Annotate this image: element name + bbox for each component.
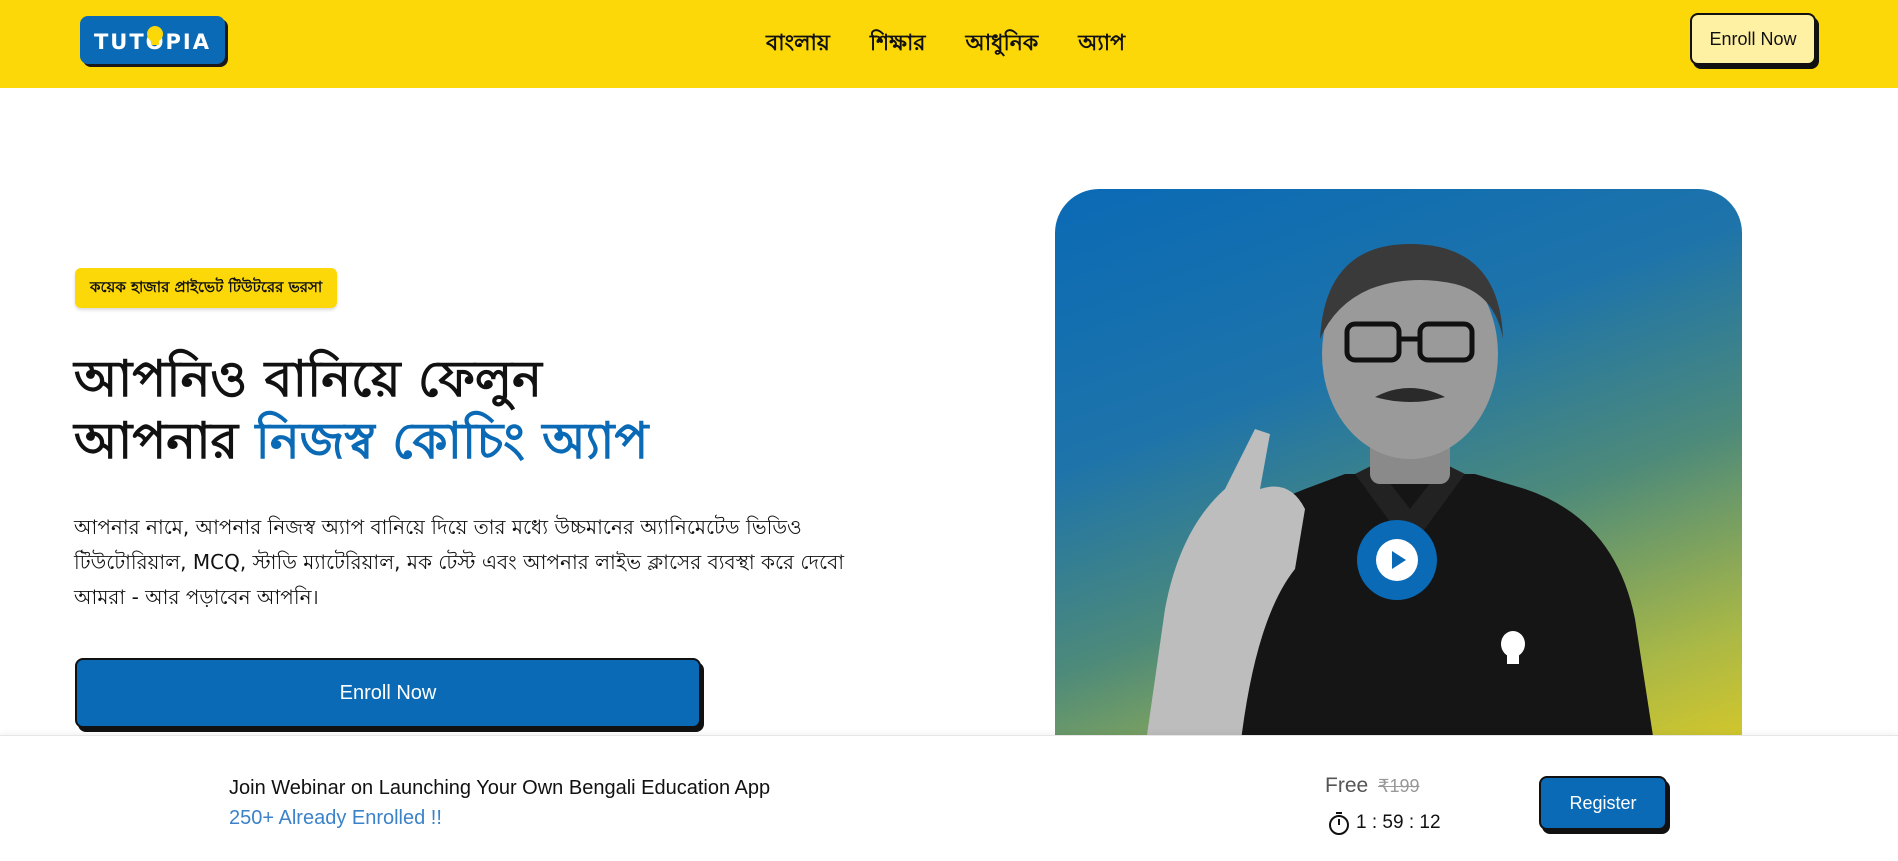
headline-line-1: আপনিও বানিয়ে ফেলুন [74, 350, 542, 408]
price-free: Free [1325, 774, 1369, 797]
headline-highlight: নিজস্ব কোচিং অ্যাপ [255, 412, 649, 470]
play-button[interactable] [1357, 520, 1437, 600]
nav-item-shikkhar[interactable]: শিক্ষার [870, 26, 926, 63]
hero-headline: আপনিও বানিয়ে ফেলুন আপনার নিজস্ব কোচিং অ… [74, 348, 774, 472]
header-enroll-button[interactable]: Enroll Now [1690, 13, 1816, 65]
tagline-badge: কয়েক হাজার প্রাইভেট টিউটরের ভরসা [75, 268, 338, 308]
play-icon [1376, 539, 1418, 581]
top-navbar: TUTOPIA বাংলায় শিক্ষার আধুনিক অ্যাপ Enr… [0, 0, 1898, 88]
stopwatch-icon [1329, 812, 1349, 835]
nav-item-banglay[interactable]: বাংলায় [766, 26, 830, 63]
webinar-price: Free ₹199 [1325, 774, 1420, 798]
lightbulb-icon [147, 26, 163, 45]
main-nav: বাংলায় শিক্ষার আধুনিক অ্যাপ [766, 26, 1125, 63]
hero-description: আপনার নামে, আপনার নিজস্ব অ্যাপ বানিয়ে দ… [74, 515, 844, 609]
nav-item-adhunik[interactable]: আধুনিক [965, 26, 1038, 63]
tutopia-logo[interactable]: TUTOPIA [80, 16, 225, 64]
register-button[interactable]: Register [1539, 776, 1667, 830]
countdown-timer: 1 : 59 : 12 [1328, 811, 1441, 835]
timer-value: 1 : 59 : 12 [1356, 812, 1441, 833]
webinar-title: Join Webinar on Launching Your Own Benga… [229, 777, 771, 799]
webinar-enrolled-count: 250+ Already Enrolled !! [229, 807, 442, 829]
price-old: ₹199 [1378, 776, 1420, 796]
presenter-image [1145, 244, 1655, 749]
nav-item-app[interactable]: অ্যাপ [1078, 26, 1125, 63]
headline-line-2: আপনার নিজস্ব কোচিং অ্যাপ [74, 410, 774, 472]
video-thumbnail[interactable] [1055, 189, 1742, 749]
webinar-bar: Join Webinar on Launching Your Own Benga… [0, 735, 1898, 861]
hero-enroll-button[interactable]: Enroll Now [75, 658, 701, 728]
headline-prefix: আপনার [74, 412, 256, 470]
